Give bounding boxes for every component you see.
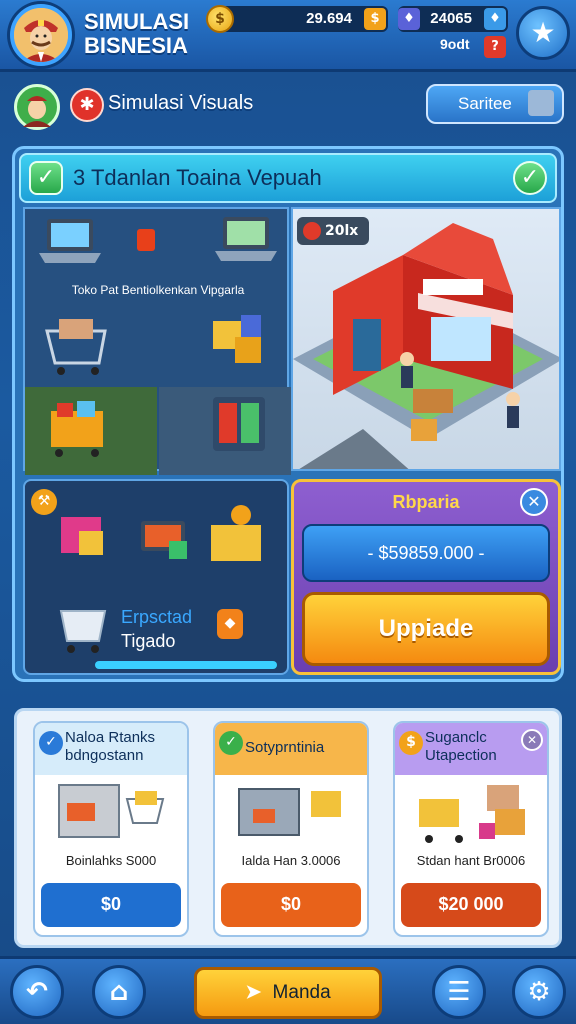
gem-value: 24065 bbox=[430, 10, 472, 27]
cart-icon bbox=[59, 610, 107, 653]
offer-card-3[interactable]: $ Suganclc Utapection ✕ Stdan hant Br000… bbox=[393, 721, 549, 937]
businessman-avatar-icon bbox=[14, 8, 68, 62]
category-produce[interactable] bbox=[25, 387, 157, 475]
manager-icon bbox=[23, 96, 51, 127]
offer-card-1[interactable]: ✓ Naloa Rtanks bdngostann Boinlahks S000… bbox=[33, 721, 189, 937]
category-carts[interactable] bbox=[25, 301, 157, 389]
store-check-icon: ✓ bbox=[29, 161, 63, 195]
arrow-icon: ➤ bbox=[245, 982, 262, 1003]
close-icon[interactable]: ✕ bbox=[521, 729, 543, 751]
upgrade-button[interactable]: Uppiade bbox=[302, 592, 550, 666]
display-case-icon bbox=[238, 788, 341, 836]
check-icon: ✓ bbox=[219, 731, 243, 755]
sub-header: ✱ Simulasi Visuals Saritee bbox=[0, 78, 576, 134]
brand-line-2: BISNESIA bbox=[84, 33, 188, 58]
offer-card-2[interactable]: ✓ Sotyprntinia Ialda Han 3.0006 $0 bbox=[213, 721, 369, 937]
stacked-boxes-icon bbox=[213, 315, 261, 363]
produce-cart-icon bbox=[51, 401, 103, 457]
confirm-check-icon[interactable]: ✓ bbox=[513, 161, 547, 195]
back-arrow-icon: ↶ bbox=[26, 977, 48, 1007]
expected-items-text: Erpsctad Tigado bbox=[121, 605, 192, 653]
gift-icon[interactable]: ◆ bbox=[217, 609, 243, 639]
home-icon: ⌂ bbox=[109, 977, 129, 1007]
profile-icon[interactable] bbox=[14, 84, 60, 130]
game-brand: SIMULASI BISNESIA bbox=[84, 10, 189, 58]
category-grid: Toko Pat Bentiolkenkan Vipgarla bbox=[23, 207, 291, 475]
appliance-icon bbox=[213, 397, 265, 451]
items-illustration bbox=[61, 505, 261, 561]
menu-button[interactable]: ☰ bbox=[432, 965, 486, 1019]
card-title: Naloa Rtanks bdngostann bbox=[65, 729, 156, 764]
gear-icon: ⚙ bbox=[527, 977, 551, 1007]
settings-button[interactable]: Saritee bbox=[426, 84, 564, 124]
back-button[interactable]: ↶ bbox=[10, 965, 64, 1019]
gear-badge-icon[interactable]: ✱ bbox=[70, 88, 104, 122]
bottom-nav: ↶ ⌂ ➤ Manda ☰ ⚙ bbox=[0, 956, 576, 1024]
subheader-title: Simulasi Visuals bbox=[108, 92, 254, 114]
scene-badge-value: 20lx bbox=[325, 223, 359, 239]
scene-badge: 20lx bbox=[297, 217, 369, 245]
main-action-label: Manda bbox=[272, 982, 331, 1003]
settings-label: Saritee bbox=[458, 94, 512, 113]
coin-counter: 29.694 bbox=[212, 6, 388, 32]
wrench-icon: ✓ bbox=[39, 731, 63, 755]
settings-gear-button[interactable]: ⚙ bbox=[512, 965, 566, 1019]
gem-add-icon[interactable]: ♦ bbox=[484, 8, 506, 30]
card-price: Stdan hant Br0006 bbox=[416, 853, 526, 868]
shop-scene[interactable]: 20lx bbox=[291, 207, 561, 471]
gold-label: 9odt bbox=[440, 36, 470, 52]
buy-button[interactable]: $20 000 bbox=[401, 883, 541, 927]
ticket-icon bbox=[528, 90, 554, 116]
upgrade-price[interactable]: - $59859.000 - bbox=[302, 524, 550, 582]
main-action-button[interactable]: ➤ Manda bbox=[194, 967, 382, 1019]
items-line-2: Tigado bbox=[121, 631, 176, 651]
top-bar: SIMULASI BISNESIA 29.694 $ $ 24065 ♦ ♦ 9… bbox=[0, 0, 576, 72]
store-building-icon bbox=[293, 223, 559, 469]
items-line-1: Erpsctad bbox=[121, 607, 193, 627]
fridge-cart-icon bbox=[58, 784, 165, 838]
items-progress-bar bbox=[95, 661, 277, 669]
gem-icon: ♦ bbox=[398, 8, 420, 30]
clock-icon bbox=[303, 222, 321, 240]
home-button[interactable]: ⌂ bbox=[92, 965, 146, 1019]
offer-cards: ✓ Naloa Rtanks bdngostann Boinlahks S000… bbox=[14, 708, 562, 948]
upgrade-panel: Rbparia ✕ - $59859.000 - Uppiade bbox=[291, 479, 561, 675]
category-boxes[interactable] bbox=[159, 301, 291, 389]
card-price: Ialda Han 3.0006 bbox=[241, 853, 341, 868]
achievements-button[interactable]: ★ bbox=[516, 6, 570, 60]
coin-icon: $ bbox=[399, 731, 423, 755]
panel-title: 3 Tdanlan Toaina Vepuah bbox=[73, 165, 322, 190]
boxes-cart-icon bbox=[419, 785, 525, 843]
upgrade-title: Rbparia bbox=[392, 492, 460, 512]
help-icon[interactable]: ? bbox=[484, 36, 506, 58]
star-icon: ★ bbox=[530, 16, 556, 49]
card-header: ✓ Naloa Rtanks bdngostann bbox=[35, 723, 187, 775]
brand-line-1: SIMULASI bbox=[84, 9, 190, 34]
card-title: Sotyprntinia bbox=[245, 739, 325, 756]
card-header: ✓ Sotyprntinia bbox=[215, 723, 367, 775]
store-panel: ✓ 3 Tdanlan Toaina Vepuah ✓ Toko Pat Ben… bbox=[12, 146, 564, 682]
toko-label: Toko Pat Bentiolkenkan Vipgarla bbox=[71, 283, 245, 297]
expected-items-box: ⚒ Erpsctad Tigado ◆ bbox=[23, 479, 289, 675]
coin-icon: $ bbox=[206, 5, 234, 33]
card-header: $ Suganclc Utapection ✕ bbox=[395, 723, 547, 775]
buy-button[interactable]: $0 bbox=[221, 883, 361, 927]
coin-value: 29.694 bbox=[306, 10, 352, 27]
coin-add-icon[interactable]: $ bbox=[364, 8, 386, 30]
close-icon[interactable]: ✕ bbox=[520, 488, 548, 516]
shopping-cart-icon bbox=[45, 319, 107, 375]
card-price: Boinlahks S000 bbox=[65, 853, 157, 868]
panel-header: ✓ 3 Tdanlan Toaina Vepuah ✓ bbox=[19, 153, 557, 203]
menu-icon: ☰ bbox=[447, 977, 471, 1007]
buy-button[interactable]: $0 bbox=[41, 883, 181, 927]
player-avatar[interactable] bbox=[10, 4, 72, 66]
category-appliances[interactable] bbox=[159, 387, 291, 475]
